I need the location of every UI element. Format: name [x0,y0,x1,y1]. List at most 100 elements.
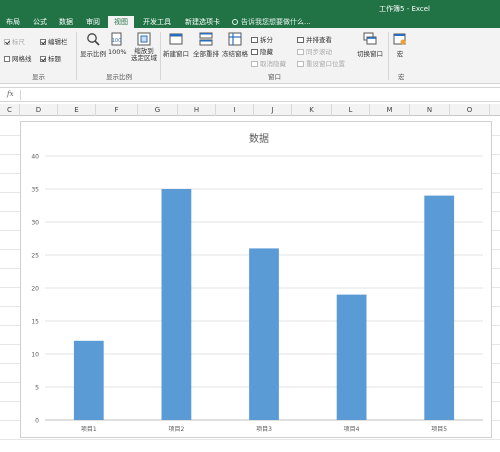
lightbulb-icon [232,19,238,25]
bar [336,294,367,420]
zoom-100-icon: 100 [111,32,122,46]
bar [424,195,455,420]
y-tick-label: 30 [31,220,39,227]
x-tick-label: 项目2 [168,426,184,433]
formula-separator [20,90,21,100]
x-tick-label: 项目5 [431,426,447,433]
tab-developer[interactable]: 开发工具 [137,16,177,28]
zoom-to-selection-button[interactable]: 缩放到 选定区域 [131,32,157,62]
x-tick-label: 项目4 [344,426,360,433]
freeze-panes-label: 冻结窗格 [222,50,248,58]
tell-me-placeholder: 告诉我您想要做什么... [241,18,311,26]
macros-label: 宏 [396,50,404,58]
column-header-g[interactable]: G [138,104,178,116]
macro-group-label: 宏 [398,73,405,81]
column-header-j[interactable]: J [254,104,292,116]
formula-bar[interactable]: fx [0,87,500,102]
y-tick-label: 40 [31,154,39,161]
chart-canvas: 数据 0 5 10 15 20 25 30 35 40 项目1 项目2 项目3 项目4 项目5 [31,132,483,433]
switch-windows-icon [363,32,377,45]
column-header-e[interactable]: E [58,104,96,116]
hide-icon [251,49,258,55]
group-separator [388,32,389,80]
side-by-side-icon [297,37,304,43]
formula-bar-checkbox[interactable]: 编辑栏 [40,36,68,46]
side-by-side-label: 并排查看 [306,36,332,44]
arrange-all-button[interactable]: 全部重排 [193,32,219,58]
freeze-panes-button[interactable]: 冻结窗格 [222,32,248,58]
arrange-all-label: 全部重排 [193,50,219,58]
unhide-icon [251,61,258,67]
zoom-selection-label-2: 选定区域 [131,54,157,62]
ruler-checkbox[interactable]: 标尺 [4,36,25,46]
ribbon: 标尺 编辑栏 网格线 标题 显示 显示比例 100 100% 缩放到 选定区域 … [0,28,500,84]
column-header-m[interactable]: M [370,104,410,116]
switch-windows-label: 切换窗口 [357,50,383,58]
y-tick-label: 25 [31,253,39,260]
group-separator [76,32,77,80]
column-header-k[interactable]: K [292,104,332,116]
split-button[interactable]: 拆分 [251,34,273,44]
reset-position-button[interactable]: 重设窗口位置 [297,58,345,68]
zoom-label: 显示比例 [80,50,106,58]
y-tick-label: 35 [31,187,39,194]
tab-layout[interactable]: 布局 [0,16,26,28]
tell-me-search[interactable]: 告诉我您想要做什么... [232,16,311,28]
new-window-icon [169,33,183,45]
tab-formulas[interactable]: 公式 [27,16,53,28]
column-header-d[interactable]: D [20,104,58,116]
column-header-n[interactable]: N [410,104,450,116]
split-label: 拆分 [260,36,273,44]
checkbox-box [4,56,10,62]
macros-button[interactable]: 宏 [393,32,407,58]
x-tick-label: 项目3 [256,426,272,433]
column-header-o[interactable]: O [450,104,490,116]
y-tick-label: 10 [31,352,39,359]
zoom-group-label: 显示比例 [106,73,132,81]
magnifier-icon [87,33,100,46]
window-group-label: 窗口 [268,73,281,81]
y-tick-label: 20 [31,286,39,293]
gridlines-label: 网格线 [12,55,32,63]
chart-title: 数据 [249,132,269,145]
sync-scroll-button[interactable]: 同步滚动 [297,46,332,56]
unhide-button[interactable]: 取消隐藏 [251,58,286,68]
formula-bar-label: 编辑栏 [48,38,68,46]
bar [249,248,279,420]
tab-review[interactable]: 审阅 [80,16,106,28]
tab-view[interactable]: 视图 [108,16,134,28]
column-header-l[interactable]: L [332,104,370,116]
split-icon [251,37,258,43]
column-header-i[interactable]: I [216,104,254,116]
zoom-100-label: 100% [108,48,127,56]
zoom-button[interactable]: 显示比例 [80,32,106,58]
freeze-panes-icon [228,32,242,46]
column-headers: C D E F G H I J K L M N O [0,104,500,116]
zoom-100-button[interactable]: 100 100% [108,32,127,56]
bar [161,189,192,420]
headings-label: 标题 [48,55,61,63]
new-window-button[interactable]: 新建窗口 [163,32,189,58]
tab-new-tab[interactable]: 新建选项卡 [179,16,226,28]
reset-position-icon [297,61,304,67]
column-header-f[interactable]: F [96,104,138,116]
side-by-side-button[interactable]: 并排查看 [297,34,332,44]
fx-icon[interactable]: fx [7,90,14,98]
checkbox-box [4,39,10,45]
reset-position-label: 重设窗口位置 [306,60,345,68]
gridlines-checkbox[interactable]: 网格线 [4,53,32,63]
bar [73,340,104,420]
headings-checkbox[interactable]: 标题 [40,53,61,63]
new-window-label: 新建窗口 [163,50,189,58]
switch-windows-button[interactable]: 切换窗口 [357,32,383,58]
tab-data[interactable]: 数据 [53,16,79,28]
y-tick-label: 0 [35,418,39,425]
y-tick-label: 5 [35,385,39,392]
show-group-label: 显示 [32,73,45,81]
x-tick-label: 项目1 [81,426,97,433]
hide-button[interactable]: 隐藏 [251,46,273,56]
column-header-h[interactable]: H [178,104,216,116]
bar-chart[interactable]: 数据 0 5 10 15 20 25 30 35 40 项目1 项目2 项目3 项目4 项目5 [20,121,492,438]
arrange-all-icon [199,32,213,46]
column-header-c[interactable]: C [0,104,20,116]
